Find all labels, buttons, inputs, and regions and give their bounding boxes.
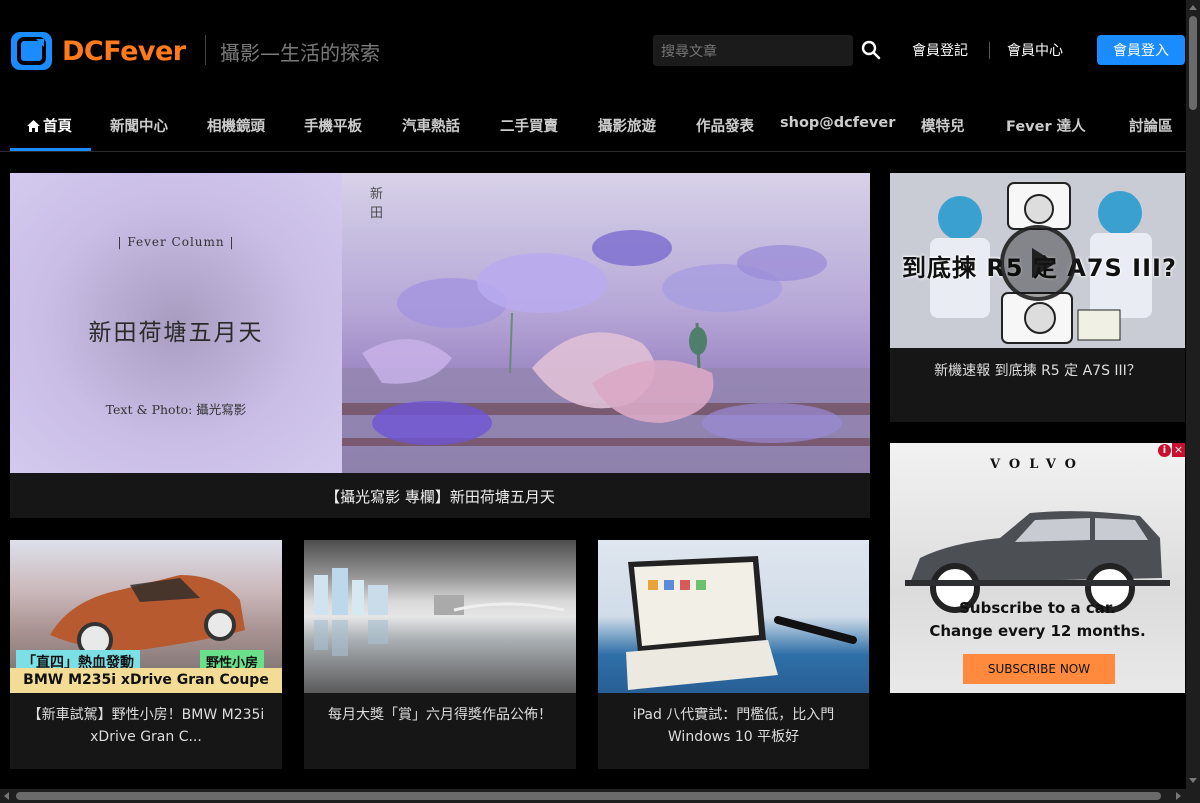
member-center-link[interactable]: 會員中心 (1007, 40, 1063, 60)
nav-item-mobile[interactable]: 手機平板 (304, 115, 362, 136)
article-card-bmw[interactable]: 「直四」熱血發動 野性小房 BMW M235i xDrive Gran Coup… (10, 540, 282, 769)
scroll-right-icon[interactable] (1176, 792, 1181, 800)
card-thumbnail[interactable] (598, 540, 869, 693)
lotus-pond-illustration: 新 田 (342, 186, 870, 473)
nav-item-home[interactable]: 首頁 (27, 115, 72, 136)
home-icon (27, 120, 40, 132)
article-card-ipad[interactable]: iPad 八代實試：門檻低，比入門 Windows 10 平板好 (598, 540, 869, 769)
subscribe-button[interactable]: SUBSCRIBE NOW (963, 654, 1115, 684)
nav-item-cameras[interactable]: 相機鏡頭 (207, 115, 265, 136)
city-reflection-illustration (314, 568, 565, 656)
logo-text: DCFever (62, 35, 186, 67)
nav-item-travel[interactable]: 攝影旅遊 (598, 115, 656, 136)
ipad-keyboard-illustration (626, 556, 857, 690)
nav-item-trading[interactable]: 二手買賣 (500, 115, 558, 136)
svg-text:田: 田 (370, 206, 383, 221)
card-caption[interactable]: 每月大獎「賞」六月得獎作品公佈！ (312, 704, 568, 726)
svg-text:新: 新 (370, 186, 383, 202)
logo-divider (205, 35, 206, 65)
hero-article[interactable]: | Fever Column | 新田荷塘五月天 Text & Photo: 攝… (10, 173, 870, 518)
site-tagline: 攝影—生活的探索 (220, 41, 380, 65)
scroll-up-icon[interactable] (1189, 5, 1197, 10)
vertical-scrollbar[interactable] (1186, 0, 1200, 789)
nav-item-label: 首頁 (43, 119, 72, 135)
nav-item-models[interactable]: 模特兒 (921, 115, 965, 136)
hero-image[interactable]: | Fever Column | 新田荷塘五月天 Text & Photo: 攝… (10, 173, 870, 473)
nav-item-shop[interactable]: shop@dcfever (780, 115, 895, 131)
search-icon[interactable] (860, 38, 882, 62)
card-thumbnail[interactable]: 「直四」熱血發動 野性小房 BMW M235i xDrive Gran Coup… (10, 540, 282, 693)
vertical-scroll-thumb[interactable] (1189, 16, 1197, 110)
card-thumbnail[interactable] (304, 540, 576, 693)
nav-active-indicator (10, 148, 91, 151)
column-label: | Fever Column | (117, 235, 235, 249)
header-separator (989, 42, 990, 59)
card-model-strip: BMW M235i xDrive Gran Coupe (10, 668, 282, 693)
article-card-award[interactable]: 每月大獎「賞」六月得獎作品公佈！ (304, 540, 576, 769)
horizontal-scroll-thumb[interactable] (16, 792, 1161, 800)
ad-line-2: Change every 12 months. (929, 622, 1146, 640)
nav-item-works[interactable]: 作品發表 (696, 115, 754, 136)
login-button[interactable]: 會員登入 (1097, 35, 1185, 65)
scroll-down-icon[interactable] (1189, 778, 1197, 783)
nav-item-news[interactable]: 新聞中心 (110, 115, 168, 136)
nav-item-cars[interactable]: 汽車熱話 (402, 115, 460, 136)
play-icon[interactable] (1000, 225, 1076, 301)
nav-item-forum[interactable]: 討論區 (1129, 115, 1173, 136)
site-header: DCFever 攝影—生活的探索 會員登記 會員中心 會員登入 (0, 0, 1186, 100)
hero-title-panel: | Fever Column | 新田荷塘五月天 Text & Photo: 攝… (10, 173, 342, 473)
hero-article-title: 新田荷塘五月天 (88, 320, 264, 346)
card-caption[interactable]: iPad 八代實試：門檻低，比入門 Windows 10 平板好 (606, 704, 861, 748)
ad-line-1: Subscribe to a car. (959, 599, 1116, 617)
ad-info-icon[interactable]: i (1158, 444, 1171, 457)
search-input[interactable] (653, 35, 853, 66)
ad-brand: VOLVO (990, 457, 1085, 472)
hero-photo: 新 田 (342, 173, 870, 473)
scroll-left-icon[interactable] (4, 792, 9, 800)
nav-item-fever[interactable]: Fever 達人 (1006, 115, 1086, 136)
horizontal-scrollbar[interactable] (0, 789, 1200, 803)
side-video-caption[interactable]: 新機速報 到底揀 R5 定 A7S III？ (890, 360, 1185, 380)
register-link[interactable]: 會員登記 (912, 40, 968, 60)
card-caption[interactable]: 【新車試駕】野性小房！BMW M235i xDrive Gran C... (18, 704, 274, 748)
ad-close-icon[interactable]: × (1172, 443, 1185, 457)
side-video-thumbnail[interactable]: 到底揀 R5 定 A7S III? (890, 173, 1185, 348)
main-nav: 首頁 新聞中心 相機鏡頭 手機平板 汽車熱話 二手買賣 攝影旅遊 作品發表 sh… (0, 100, 1186, 152)
dcfever-logo-icon (11, 32, 52, 70)
hero-caption[interactable]: 【攝光寫影 專欄】新田荷塘五月天 (10, 486, 870, 507)
advertisement[interactable]: VOLVO Subscribe to a car. Change every 1… (890, 443, 1185, 693)
site-logo[interactable]: DCFever (10, 31, 186, 71)
hero-credit: Text & Photo: 攝光寫影 (105, 402, 247, 417)
side-video-card[interactable]: 到底揀 R5 定 A7S III? 新機速報 到底揀 R5 定 A7S III？ (890, 173, 1185, 422)
